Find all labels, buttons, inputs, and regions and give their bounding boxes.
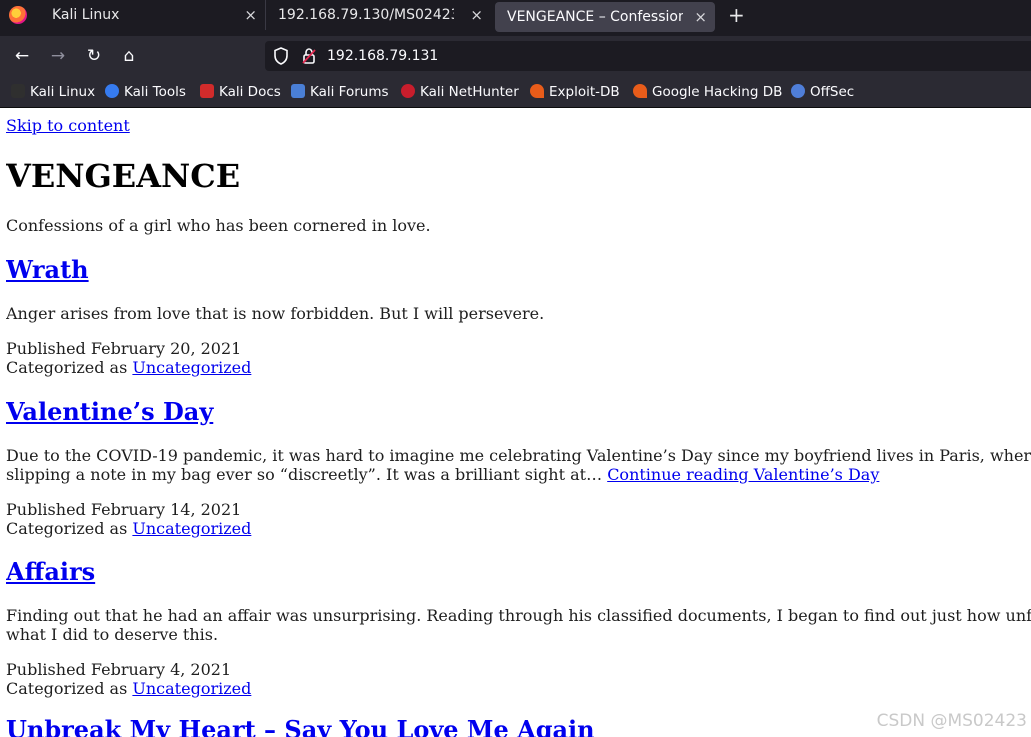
post-category: Categorized as Uncategorized	[6, 519, 251, 539]
nethunter-icon	[401, 84, 415, 98]
bookmark-kali-nethunter[interactable]: Kali NetHunter	[401, 83, 519, 101]
bookmark-label: OffSec	[810, 84, 855, 100]
forward-button[interactable]: →	[47, 45, 69, 67]
bookmark-offsec[interactable]: OffSec	[791, 83, 854, 101]
url-text[interactable]: 192.168.79.131	[327, 47, 438, 65]
offsec-icon	[791, 84, 805, 98]
post-category: Categorized as Uncategorized	[6, 679, 251, 699]
categorized-prefix: Categorized as	[6, 519, 128, 538]
tab-kali-linux[interactable]: Kali Linux ×	[40, 0, 265, 30]
bookmark-google-hacking-db[interactable]: Google Hacking DB	[633, 83, 782, 101]
csdn-watermark: CSDN @MS02423	[876, 711, 1027, 731]
published-prefix: Published	[6, 339, 86, 358]
home-button[interactable]: ⌂	[118, 45, 140, 67]
post-excerpt: Due to the COVID-19 pandemic, it was har…	[6, 446, 1031, 466]
bookmark-label: Kali Docs	[219, 84, 281, 100]
continue-reading-link[interactable]: Continue reading Valentine’s Day	[607, 465, 879, 484]
excerpt-line: Due to the COVID-19 pandemic, it was har…	[6, 446, 1031, 465]
bookmark-kali-docs[interactable]: Kali Docs	[200, 83, 281, 101]
site-description: Confessions of a girl who has been corne…	[6, 216, 431, 235]
bookmarks-toolbar: Kali Linux Kali Tools Kali Docs Kali For…	[0, 76, 1031, 108]
bookmark-label: Kali Forums	[310, 84, 389, 100]
bookmark-kali-forums[interactable]: Kali Forums	[291, 83, 389, 101]
bookmark-label: Kali Tools	[124, 84, 186, 100]
kali-docs-icon	[200, 84, 214, 98]
bookmark-kali-linux[interactable]: Kali Linux	[11, 83, 95, 101]
excerpt-line: Finding out that he had an affair was un…	[6, 606, 1031, 625]
post-date: February 14, 2021	[90, 500, 242, 519]
back-button[interactable]: ←	[11, 45, 33, 67]
bookmark-label: Kali NetHunter	[420, 84, 519, 100]
tab-close-icon[interactable]: ×	[470, 0, 483, 30]
exploit-db-icon	[530, 84, 544, 98]
post-category: Categorized as Uncategorized	[6, 358, 251, 378]
post-published: Published February 20, 2021	[6, 339, 241, 359]
category-link[interactable]: Uncategorized	[132, 679, 251, 698]
post-published: Published February 14, 2021	[6, 500, 241, 520]
post-title-link[interactable]: Valentine’s Day	[6, 397, 213, 426]
bookmark-label: Kali Linux	[30, 84, 96, 100]
post-date: February 4, 2021	[90, 660, 232, 679]
post-title: Unbreak My Heart – Say You Love Me Again	[6, 715, 595, 737]
categorized-prefix: Categorized as	[6, 679, 128, 698]
post-excerpt-cont: what I did to deserve this.	[6, 625, 1031, 645]
post-title-link[interactable]: Unbreak My Heart – Say You Love Me Again	[6, 715, 595, 737]
post-published: Published February 4, 2021	[6, 660, 231, 680]
tab-close-icon[interactable]: ×	[244, 0, 257, 30]
post-excerpt: Anger arises from love that is now forbi…	[6, 304, 1031, 324]
insecure-lock-icon[interactable]	[301, 47, 317, 70]
page-content: Skip to content VENGEANCE Confessions of…	[6, 108, 1031, 737]
post-title: Valentine’s Day	[6, 397, 213, 427]
category-link[interactable]: Uncategorized	[132, 358, 251, 377]
kali-forums-icon	[291, 84, 305, 98]
categorized-prefix: Categorized as	[6, 358, 128, 377]
tab-label: Kali Linux	[52, 7, 120, 23]
bookmark-label: Exploit-DB	[549, 84, 620, 100]
post-title-link[interactable]: Wrath	[6, 255, 89, 284]
excerpt-line: what I did to deserve this.	[6, 625, 219, 644]
bookmark-label: Google Hacking DB	[652, 84, 783, 100]
post-title: Affairs	[6, 557, 95, 587]
category-link[interactable]: Uncategorized	[132, 519, 251, 538]
site-title: VENGEANCE	[6, 157, 241, 195]
reload-button[interactable]: ↻	[83, 45, 105, 67]
ghdb-icon	[633, 84, 647, 98]
post-date: February 20, 2021	[90, 339, 242, 358]
tab-close-icon[interactable]: ×	[694, 2, 707, 32]
tab-label: VENGEANCE – Confessions of a girl	[507, 9, 683, 25]
new-tab-button[interactable]: +	[728, 0, 745, 30]
bookmark-exploit-db[interactable]: Exploit-DB	[530, 83, 620, 101]
shield-icon[interactable]	[273, 47, 289, 70]
url-bar[interactable]: 192.168.79.131	[265, 41, 1031, 71]
skip-to-content-link[interactable]: Skip to content	[6, 116, 130, 135]
excerpt-line: Anger arises from love that is now forbi…	[6, 304, 545, 323]
post-title: Wrath	[6, 255, 89, 285]
published-prefix: Published	[6, 500, 86, 519]
kali-dragon-icon	[11, 84, 25, 98]
bookmark-kali-tools[interactable]: Kali Tools	[105, 83, 186, 101]
tab-ms02423[interactable]: 192.168.79.130/MS02423.php ×	[265, 0, 491, 30]
post-excerpt-cont: slipping a note in my bag ever so “discr…	[6, 465, 1031, 485]
tab-label: 192.168.79.130/MS02423.php	[278, 7, 454, 23]
published-prefix: Published	[6, 660, 86, 679]
post-excerpt: Finding out that he had an affair was un…	[6, 606, 1031, 626]
post-title-link[interactable]: Affairs	[6, 557, 95, 586]
firefox-icon[interactable]	[9, 6, 27, 24]
tab-vengeance[interactable]: VENGEANCE – Confessions of a girl ×	[495, 2, 715, 32]
excerpt-line: slipping a note in my bag ever so “discr…	[6, 465, 603, 484]
tab-bar: Kali Linux × 192.168.79.130/MS02423.php …	[0, 0, 1031, 36]
kali-tools-icon	[105, 84, 119, 98]
